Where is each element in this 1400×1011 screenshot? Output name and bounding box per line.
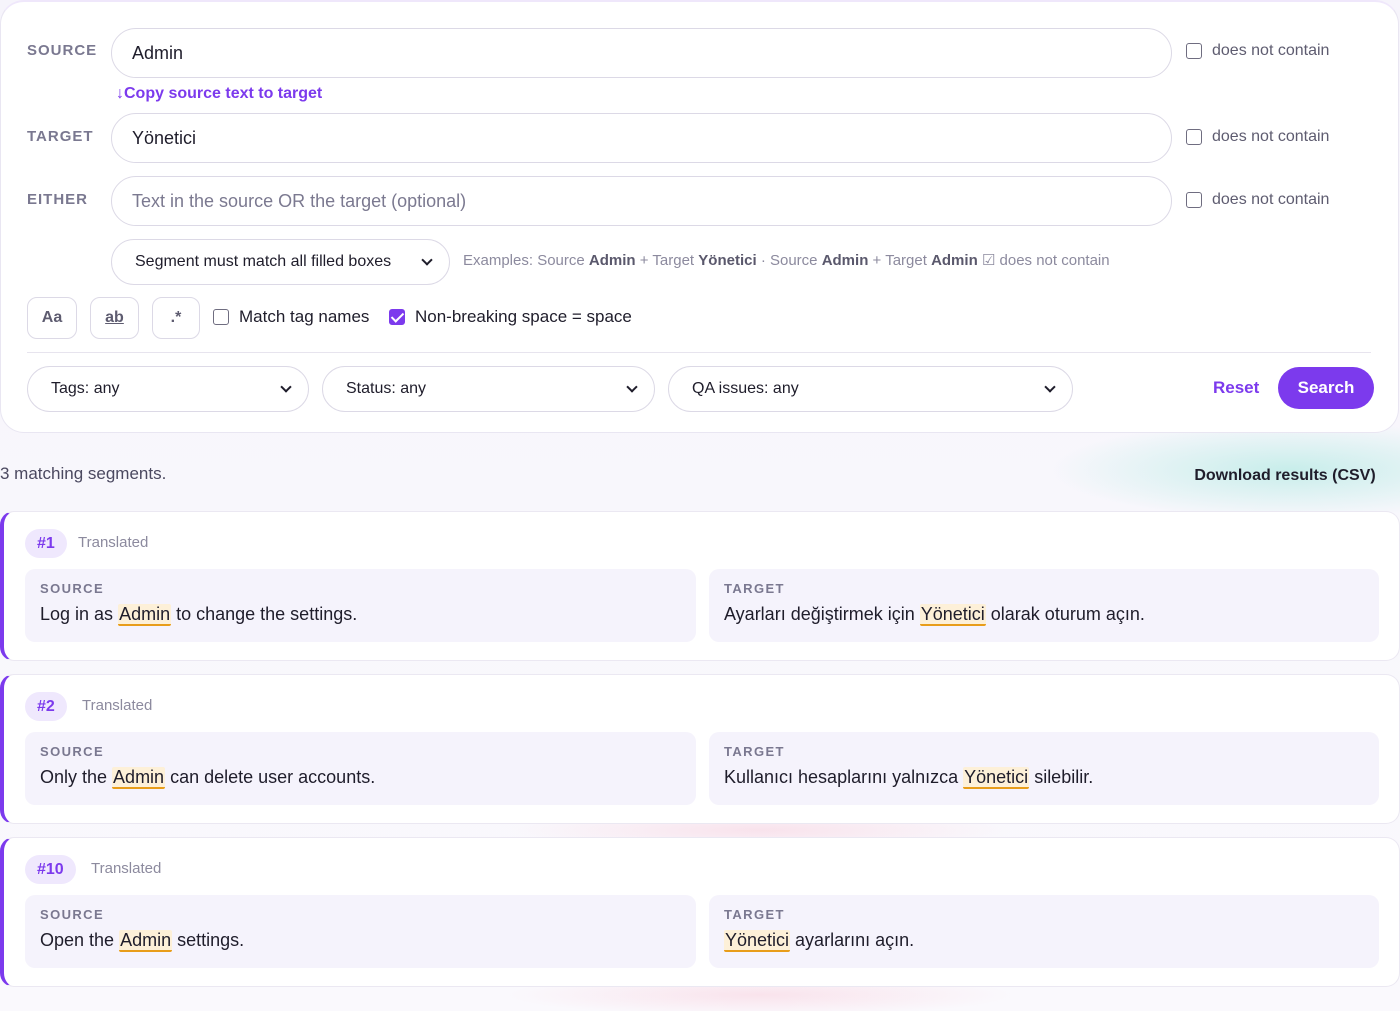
match-mode-value: Segment must match all filled boxes bbox=[135, 253, 392, 270]
qa-issues-select-value: QA issues: any bbox=[692, 380, 799, 397]
source-segment-heading: SOURCE bbox=[40, 581, 105, 596]
chevron-down-icon bbox=[626, 380, 638, 393]
source-segment-heading: SOURCE bbox=[40, 907, 105, 922]
tags-select-value: Tags: any bbox=[51, 380, 120, 397]
chevron-down-icon bbox=[421, 253, 433, 266]
target-segment-text: Ayarları değiştirmek için Yönetici olara… bbox=[724, 604, 1145, 626]
status-select-value: Status: any bbox=[346, 380, 427, 397]
copy-source-to-target-link[interactable]: ↓Copy source text to target bbox=[116, 85, 322, 103]
regex-button[interactable]: .* bbox=[152, 297, 200, 339]
examples-hint: Examples: Source Admin + Target Yönetici… bbox=[463, 252, 1110, 269]
source-does-not-contain-checkbox[interactable] bbox=[1186, 43, 1202, 59]
search-filter-panel: SOURCE Admin does not contain ↓Copy sour… bbox=[0, 0, 1399, 433]
target-segment: TARGET Yönetici ayarlarını açın. bbox=[709, 895, 1379, 968]
chevron-down-icon bbox=[280, 380, 292, 393]
target-does-not-contain-label: does not contain bbox=[1212, 128, 1330, 145]
target-segment: TARGET Kullanıcı hesaplarını yalnızca Yö… bbox=[709, 732, 1379, 805]
source-segment: SOURCE Only the Admin can delete user ac… bbox=[25, 732, 696, 805]
target-label: TARGET bbox=[27, 128, 94, 145]
search-button[interactable]: Search bbox=[1278, 367, 1374, 409]
segment-status: Translated bbox=[91, 860, 162, 877]
qa-issues-select[interactable]: QA issues: any bbox=[668, 366, 1073, 412]
target-segment-heading: TARGET bbox=[724, 907, 785, 922]
nbsp-label: Non-breaking space = space bbox=[415, 307, 632, 326]
match-highlight: Yönetici bbox=[919, 604, 986, 626]
match-highlight: Admin bbox=[119, 930, 173, 952]
source-segment-text: Only the Admin can delete user accounts. bbox=[40, 767, 376, 789]
match-case-button[interactable]: Aa bbox=[27, 297, 77, 339]
target-segment-heading: TARGET bbox=[724, 581, 785, 596]
result-count: 3 matching segments. bbox=[0, 464, 167, 483]
status-select[interactable]: Status: any bbox=[322, 366, 655, 412]
target-does-not-contain-toggle[interactable]: does not contain bbox=[1186, 128, 1329, 146]
result-card: #2 Translated SOURCE Only the Admin can … bbox=[0, 674, 1400, 824]
target-segment: TARGET Ayarları değiştirmek için Yönetic… bbox=[709, 569, 1379, 642]
match-tag-names-label: Match tag names bbox=[239, 307, 370, 326]
match-tag-names-checkbox[interactable] bbox=[213, 309, 229, 325]
source-label: SOURCE bbox=[27, 42, 98, 59]
whole-word-button[interactable]: ab bbox=[90, 297, 139, 339]
source-segment-text: Open the Admin settings. bbox=[40, 930, 245, 952]
source-does-not-contain-label: does not contain bbox=[1212, 42, 1330, 59]
source-segment: SOURCE Log in as Admin to change the set… bbox=[25, 569, 696, 642]
tags-select[interactable]: Tags: any bbox=[27, 366, 309, 412]
result-card: #10 Translated SOURCE Open the Admin set… bbox=[0, 837, 1400, 987]
source-input[interactable]: Admin bbox=[111, 28, 1172, 78]
match-highlight: Yönetici bbox=[963, 767, 1030, 789]
target-segment-heading: TARGET bbox=[724, 744, 785, 759]
chevron-down-icon bbox=[1044, 380, 1056, 393]
match-highlight: Admin bbox=[118, 604, 172, 626]
source-segment: SOURCE Open the Admin settings. bbox=[25, 895, 696, 968]
segment-status: Translated bbox=[78, 534, 149, 551]
target-segment-text: Yönetici ayarlarını açın. bbox=[724, 930, 915, 952]
segment-id-badge: #10 bbox=[25, 855, 76, 884]
source-does-not-contain-toggle[interactable]: does not contain bbox=[1186, 42, 1329, 60]
either-does-not-contain-label: does not contain bbox=[1212, 191, 1330, 208]
nbsp-toggle[interactable]: Non-breaking space = space bbox=[389, 307, 632, 327]
segment-id-badge: #2 bbox=[25, 692, 67, 721]
match-tag-names-toggle[interactable]: Match tag names bbox=[213, 307, 369, 327]
either-label: EITHER bbox=[27, 191, 89, 208]
either-does-not-contain-checkbox[interactable] bbox=[1186, 192, 1202, 208]
target-segment-text: Kullanıcı hesaplarını yalnızca Yönetici … bbox=[724, 767, 1094, 789]
segment-id-badge: #1 bbox=[25, 529, 67, 558]
match-highlight: Admin bbox=[112, 767, 166, 789]
match-mode-select[interactable]: Segment must match all filled boxes bbox=[111, 239, 450, 285]
download-csv-button[interactable]: Download results (CSV) bbox=[1176, 456, 1394, 496]
either-input[interactable]: Text in the source OR the target (option… bbox=[111, 176, 1172, 226]
nbsp-checkbox[interactable] bbox=[389, 309, 405, 325]
target-does-not-contain-checkbox[interactable] bbox=[1186, 129, 1202, 145]
segment-status: Translated bbox=[82, 697, 153, 714]
match-highlight: Yönetici bbox=[724, 930, 791, 952]
result-card: #1 Translated SOURCE Log in as Admin to … bbox=[0, 511, 1400, 661]
source-segment-heading: SOURCE bbox=[40, 744, 105, 759]
either-does-not-contain-toggle[interactable]: does not contain bbox=[1186, 191, 1329, 209]
target-input[interactable]: Yönetici bbox=[111, 113, 1172, 163]
reset-button[interactable]: Reset bbox=[1213, 378, 1259, 398]
source-segment-text: Log in as Admin to change the settings. bbox=[40, 604, 358, 626]
divider bbox=[27, 352, 1371, 353]
